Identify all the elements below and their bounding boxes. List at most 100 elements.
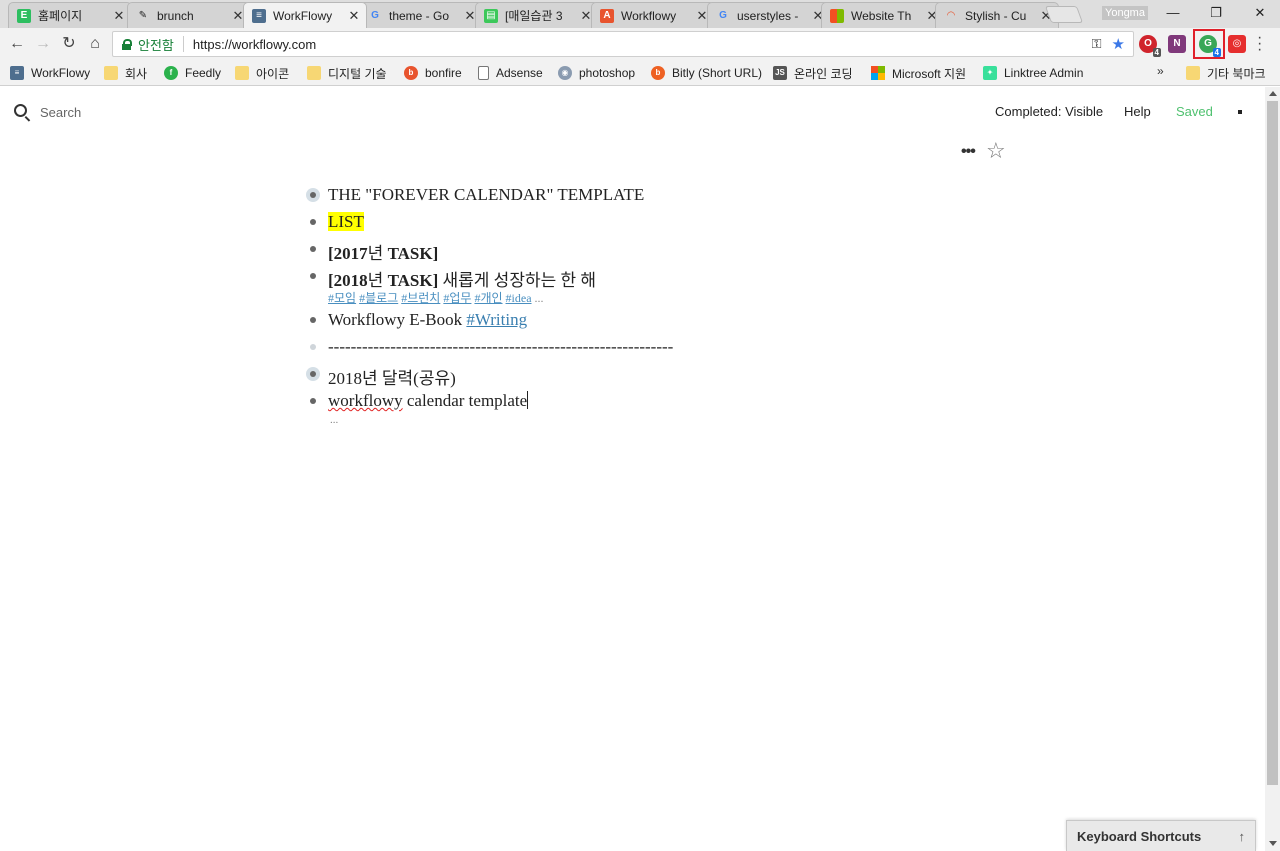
bullet-icon[interactable]: [310, 398, 316, 404]
scroll-up-icon[interactable]: [1269, 91, 1277, 96]
item-text[interactable]: LIST: [328, 212, 364, 232]
bookmark-photoshop[interactable]: ◉ photoshop: [558, 65, 635, 81]
tag-link[interactable]: #모임: [328, 291, 356, 305]
tab-title: theme - Go: [389, 8, 450, 23]
bold-text: TASK]: [383, 271, 439, 290]
reload-icon[interactable]: ↻: [58, 34, 80, 54]
address-separator: [182, 36, 184, 52]
tab-theme-google[interactable]: G theme - Go ✕: [359, 2, 483, 28]
page-icon: [478, 66, 489, 80]
bookmark-adsense[interactable]: Adsense: [478, 65, 543, 81]
bookmark-linktree[interactable]: ✦ Linktree Admin: [983, 65, 1083, 81]
bookmark-label: Bitly (Short URL): [672, 66, 763, 80]
bookmark-label: 아이콘: [256, 66, 290, 81]
tab-brunch[interactable]: ✎ brunch ✕: [127, 2, 251, 28]
bookmark-bitly[interactable]: b Bitly (Short URL): [651, 65, 762, 81]
bullet-icon[interactable]: [310, 317, 316, 323]
item-text[interactable]: Workflowy E-Book #Writing: [328, 310, 527, 330]
search-icon[interactable]: [14, 104, 27, 117]
keyboard-shortcuts-panel[interactable]: Keyboard Shortcuts ↑: [1066, 820, 1256, 851]
collapsed-bullet-icon[interactable]: [306, 188, 320, 202]
item-note-tags: #모임 #블로그 #브런치 #업무 #개인 #idea ...: [328, 289, 544, 306]
profile-name[interactable]: Yongma: [1102, 6, 1148, 20]
feedly-icon: f: [164, 66, 178, 80]
bold-text: [2017: [328, 244, 368, 263]
tag-link[interactable]: #Writing: [466, 310, 527, 329]
key-icon[interactable]: ⚿: [1092, 36, 1102, 52]
tab-stylish[interactable]: ◠ Stylish - Cu ✕: [935, 2, 1059, 28]
url-text[interactable]: https://workflowy.com: [193, 37, 1092, 52]
vertical-scrollbar[interactable]: [1265, 87, 1280, 851]
onenote-ext-icon[interactable]: N: [1168, 35, 1186, 53]
bullet-icon[interactable]: [310, 344, 316, 350]
new-tab-button[interactable]: [1044, 6, 1084, 23]
more-options-icon[interactable]: •••: [961, 143, 976, 161]
bold-text: TASK]: [383, 244, 439, 263]
secure-label: 안전함: [138, 37, 174, 53]
completed-visible-toggle[interactable]: Completed: Visible: [995, 104, 1103, 119]
item-text-part: calendar template: [402, 391, 528, 410]
forward-arrow-icon[interactable]: →: [32, 34, 54, 54]
tab-title: Workflowy: [621, 8, 677, 23]
item-text[interactable]: THE "FOREVER CALENDAR" TEMPLATE: [328, 185, 644, 205]
back-arrow-icon[interactable]: ←: [6, 34, 28, 54]
restore-button[interactable]: ❐: [1201, 3, 1231, 23]
bullet-icon[interactable]: [310, 246, 316, 252]
item-text[interactable]: 2018년 달력(공유): [328, 364, 456, 389]
star-icon[interactable]: ☆: [986, 139, 1006, 163]
bookmark-folder-company[interactable]: 회사: [104, 65, 147, 81]
bookmarks-overflow-chevron-icon[interactable]: »: [1157, 64, 1164, 78]
tag-link[interactable]: #블로그: [359, 291, 398, 305]
item-more-ellipsis[interactable]: ...: [330, 414, 338, 426]
tab-homepage[interactable]: E 홈페이지 ✕: [8, 2, 132, 28]
search-input[interactable]: [38, 102, 238, 122]
extension-highlight-box: [1193, 29, 1225, 59]
evernote-icon: E: [17, 8, 31, 23]
minimize-button[interactable]: —: [1158, 3, 1188, 23]
tab-userstyles[interactable]: G userstyles - ✕: [707, 2, 831, 28]
brunch-pen-icon: ✎: [138, 10, 148, 21]
bookmark-bonfire[interactable]: b bonfire: [404, 65, 462, 81]
help-link[interactable]: Help: [1124, 104, 1151, 119]
bookmark-feedly[interactable]: f Feedly: [164, 65, 221, 81]
bonfire-icon: b: [404, 66, 418, 80]
item-text[interactable]: [2018년 TASK] 새롭게 성장하는 한 해: [328, 266, 596, 291]
tab-workflowy-2[interactable]: A Workflowy ✕: [591, 2, 715, 28]
bullet-icon[interactable]: [310, 219, 316, 225]
bookmark-microsoft-support[interactable]: Microsoft 지원: [871, 65, 966, 81]
item-text[interactable]: ----------------------------------------…: [328, 337, 673, 357]
address-bar[interactable]: 안전함 https://workflowy.com ⚿ ★: [112, 31, 1134, 57]
home-icon[interactable]: ⌂: [84, 34, 106, 54]
item-text[interactable]: [2017년 TASK]: [328, 239, 438, 264]
scroll-down-icon[interactable]: [1269, 841, 1277, 846]
close-icon[interactable]: ✕: [348, 8, 360, 24]
bookmark-workflowy[interactable]: ≡ WorkFlowy: [10, 65, 90, 81]
tag-link[interactable]: #브런치: [401, 291, 440, 305]
tag-link[interactable]: #개인: [474, 291, 502, 305]
chrome-menu-icon[interactable]: · · ·: [1257, 30, 1262, 58]
scrollbar-thumb[interactable]: [1267, 101, 1278, 785]
folder-icon: [104, 66, 118, 80]
bookmark-folder-icons[interactable]: 아이콘: [235, 65, 289, 81]
window-close-button[interactable]: ✕: [1245, 3, 1275, 23]
bullet-icon[interactable]: [310, 273, 316, 279]
bookmark-online-coding[interactable]: JS 온라인 코딩: [773, 65, 853, 81]
opera-ext-icon[interactable]: O 4: [1139, 35, 1161, 57]
tab-website-theme[interactable]: Website Th ✕: [821, 2, 945, 28]
item-text[interactable]: workflowy calendar template: [328, 391, 529, 411]
bookmark-star-icon[interactable]: ★: [1112, 35, 1125, 53]
tab-daily-habit[interactable]: ▤ [매일습관 3 ✕: [475, 2, 599, 28]
bookmark-other[interactable]: 기타 북마크: [1186, 65, 1266, 81]
owl-ext-icon[interactable]: ◎: [1228, 35, 1246, 53]
arrow-up-icon[interactable]: ↑: [1239, 829, 1246, 844]
tab-title: brunch: [157, 8, 194, 23]
tab-workflowy[interactable]: ≡ WorkFlowy ✕: [243, 2, 367, 28]
microsoft-icon: [830, 8, 844, 23]
close-icon[interactable]: ✕: [113, 8, 125, 24]
tag-link[interactable]: #idea: [506, 291, 532, 305]
bookmark-folder-digital-tech[interactable]: 디지털 기술: [307, 65, 387, 81]
tag-link[interactable]: #업무: [443, 291, 471, 305]
collapsed-bullet-icon[interactable]: [306, 367, 320, 381]
folder-icon: [1186, 66, 1200, 80]
settings-menu-icon[interactable]: [1238, 110, 1242, 114]
